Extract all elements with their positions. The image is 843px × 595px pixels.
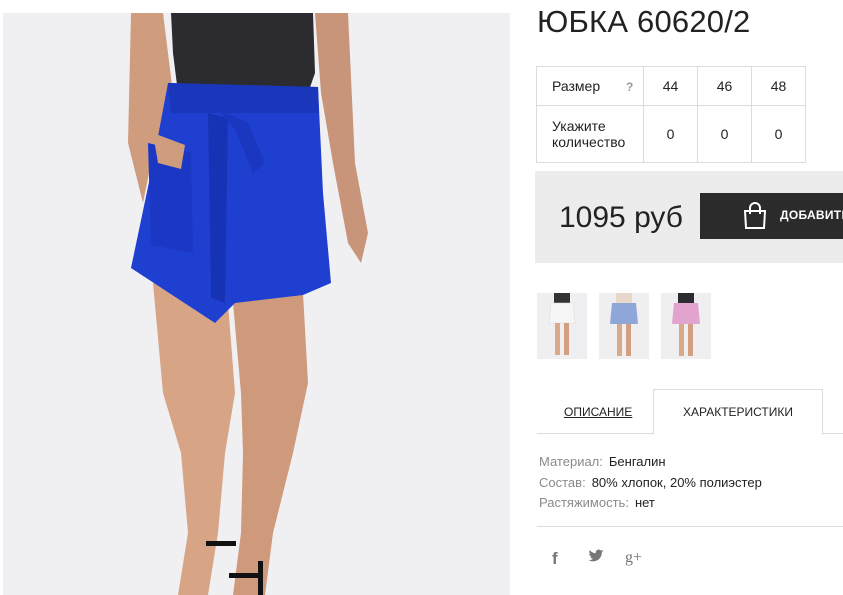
size-quantity-table: Размер ? 44 46 48 Укажите количество 0 0… bbox=[536, 66, 806, 163]
spec-value: нет bbox=[634, 495, 655, 510]
product-info-tabs: ОПИСАНИЕ ХАРАКТЕРИСТИКИ bbox=[537, 389, 843, 435]
size-label: Размер bbox=[552, 78, 601, 94]
size-option-44[interactable]: 44 bbox=[643, 66, 698, 106]
quantity-input-46[interactable]: 0 bbox=[697, 105, 752, 163]
size-row: Размер ? 44 46 48 bbox=[536, 66, 806, 106]
spec-key: Состав: bbox=[539, 474, 586, 490]
product-title: ЮБКА 60620/2 bbox=[537, 4, 751, 39]
thumbnail-light-blue-skirt[interactable] bbox=[599, 293, 649, 359]
quantity-input-44[interactable]: 0 bbox=[643, 105, 698, 163]
tab-characteristics[interactable]: ХАРАКТЕРИСТИКИ bbox=[653, 389, 823, 435]
twitter-icon[interactable] bbox=[588, 549, 604, 568]
tab-description[interactable]: ОПИСАНИЕ bbox=[564, 405, 632, 419]
add-to-cart-button[interactable]: ДОБАВИТЬ bbox=[700, 193, 843, 239]
product-price: 1095 руб bbox=[559, 201, 683, 234]
buy-panel: 1095 руб ДОБАВИТЬ bbox=[535, 171, 843, 263]
quantity-label-line2: количество bbox=[552, 134, 626, 150]
spec-value: 80% хлопок, 20% полиэстер bbox=[591, 474, 762, 490]
thumbnail-pink-skirt[interactable] bbox=[661, 293, 711, 359]
product-specs: Материал: Бенгалин Состав: 80% хлопок, 20%… bbox=[539, 452, 762, 514]
size-option-46[interactable]: 46 bbox=[697, 66, 752, 106]
quantity-label-line1: Укажите bbox=[552, 118, 606, 134]
size-label-cell: Размер ? bbox=[536, 66, 644, 106]
size-help-icon[interactable]: ? bbox=[626, 80, 633, 94]
googleplus-icon[interactable]: g+ bbox=[625, 549, 642, 567]
section-divider bbox=[537, 526, 843, 527]
shopping-bag-icon bbox=[742, 202, 768, 235]
spec-row-stretch: Растяжимость: нет bbox=[539, 493, 762, 514]
spec-key: Материал: bbox=[539, 454, 603, 469]
spec-key: Растяжимость: bbox=[539, 495, 629, 510]
spec-row-material: Материал: Бенгалин bbox=[539, 452, 762, 473]
quantity-label: Укажите количество bbox=[552, 118, 625, 150]
thumbnail-white-skirt[interactable] bbox=[537, 293, 587, 359]
quantity-label-cell: Укажите количество bbox=[536, 105, 644, 163]
spec-row-composition: Состав: 80% хлопок, 20% полиэстер bbox=[539, 473, 762, 494]
spec-value: Бенгалин bbox=[608, 454, 666, 469]
facebook-icon[interactable]: f bbox=[552, 549, 558, 569]
product-main-image[interactable] bbox=[3, 13, 510, 595]
size-option-48[interactable]: 48 bbox=[751, 66, 806, 106]
skirt-photo-illustration bbox=[3, 13, 510, 595]
quantity-row: Укажите количество 0 0 0 bbox=[536, 105, 806, 163]
add-to-cart-label: ДОБАВИТЬ bbox=[780, 208, 843, 222]
quantity-input-48[interactable]: 0 bbox=[751, 105, 806, 163]
